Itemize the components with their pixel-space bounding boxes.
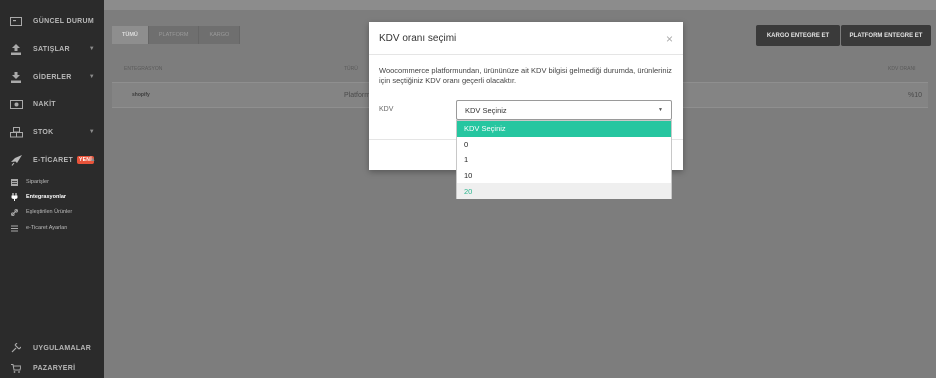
chevron-down-icon: ▼	[658, 107, 663, 113]
vat-select[interactable]: KDV Seçiniz ▼	[456, 100, 672, 120]
sidebar-item-label: GİDERLER	[33, 73, 72, 81]
sidebar-item-label: GÜNCEL DURUM	[33, 17, 95, 25]
settings-list-icon	[10, 225, 18, 232]
modal-description: Woocommerce platformundan, ürününüze ait…	[379, 66, 672, 85]
sidebar-subitem-integrations[interactable]: Entegrasyonlar	[0, 190, 104, 204]
sidebar: GÜNCEL DURUM SATIŞLAR ▼ GİDERLER ▼ NAKİT…	[0, 0, 104, 378]
sidebar-item-label: PAZARYERİ	[33, 364, 76, 372]
integrate-platform-button[interactable]: PLATFORM ENTEGRE ET	[841, 25, 931, 46]
row-type: Platform	[344, 92, 371, 99]
sidebar-subitem-ecommerce-settings[interactable]: e-Ticaret Ayarları	[0, 221, 104, 235]
link-icon	[10, 208, 18, 216]
sidebar-subitem-matched-products[interactable]: Eşleştirilen Ürünler	[0, 205, 104, 219]
column-header-type: TÜRÜ	[344, 66, 358, 72]
chevron-down-icon: ▼	[88, 129, 95, 135]
dashboard-icon	[9, 15, 23, 27]
cart-icon	[9, 362, 23, 374]
sidebar-subitem-label: Entegrasyonlar	[26, 194, 67, 200]
tab-all[interactable]: TÜMÜ	[112, 26, 149, 44]
tab-cargo[interactable]: KARGO	[199, 26, 241, 44]
vat-dropdown: KDV Seçiniz 0 1 10 20	[456, 120, 672, 199]
vat-option-0[interactable]: 0	[457, 137, 671, 153]
sidebar-item-label: NAKİT	[33, 100, 56, 108]
sidebar-item-label: E-TİCARET	[33, 156, 74, 164]
tab-platform[interactable]: PLATFORM	[148, 26, 200, 44]
rocket-icon	[9, 154, 23, 166]
vat-option-1[interactable]: 1	[457, 152, 671, 168]
chevron-down-icon: ▼	[88, 46, 95, 52]
stock-icon	[9, 126, 23, 138]
row-vat: %10	[908, 92, 923, 99]
sidebar-item-stock[interactable]: STOK ▼	[0, 119, 104, 145]
sidebar-item-marketplace[interactable]: PAZARYERİ	[0, 355, 104, 378]
chevron-up-icon: ▲	[89, 157, 96, 163]
column-header-integration: ENTEGRASYON	[124, 66, 163, 72]
sidebar-item-ecommerce[interactable]: E-TİCARET YENİ ▲	[0, 147, 104, 173]
sidebar-item-label: UYGULAMALAR	[33, 344, 92, 352]
vat-option-20[interactable]: 20	[457, 183, 671, 199]
modal-title: KDV oranı seçimi	[369, 22, 683, 55]
expenses-icon	[9, 71, 23, 83]
apps-icon	[9, 342, 23, 354]
sidebar-item-cash[interactable]: NAKİT	[0, 91, 104, 117]
sidebar-item-label: SATIŞLAR	[33, 45, 70, 53]
integrate-cargo-button[interactable]: KARGO ENTEGRE ET	[756, 25, 840, 46]
plug-icon	[10, 193, 18, 201]
filter-tabs: TÜMÜ PLATFORM KARGO	[112, 26, 241, 44]
vat-option-10[interactable]: 10	[457, 168, 671, 184]
sidebar-subitem-label: Siparişler	[26, 179, 49, 185]
sidebar-item-expenses[interactable]: GİDERLER ▼	[0, 64, 104, 90]
orders-icon	[10, 178, 18, 186]
sales-icon	[9, 43, 23, 55]
shopify-logo: shopify	[132, 92, 150, 98]
sidebar-item-sales[interactable]: SATIŞLAR ▼	[0, 36, 104, 62]
sidebar-item-dashboard[interactable]: GÜNCEL DURUM	[0, 8, 104, 34]
vat-select-value: KDV Seçiniz	[465, 105, 507, 115]
column-header-vat: KDV ORANI	[888, 66, 916, 72]
close-icon[interactable]: ×	[666, 32, 673, 46]
cash-icon	[9, 98, 23, 110]
chevron-down-icon: ▼	[88, 74, 95, 80]
sidebar-subitem-orders[interactable]: Siparişler	[0, 175, 104, 189]
sidebar-item-label: STOK	[33, 128, 54, 136]
top-bar	[104, 0, 936, 10]
sidebar-subitem-label: e-Ticaret Ayarları	[26, 225, 68, 231]
sidebar-subitem-label: Eşleştirilen Ürünler	[26, 209, 73, 215]
vat-option-placeholder[interactable]: KDV Seçiniz	[457, 121, 671, 137]
vat-field-label: KDV	[379, 106, 394, 113]
